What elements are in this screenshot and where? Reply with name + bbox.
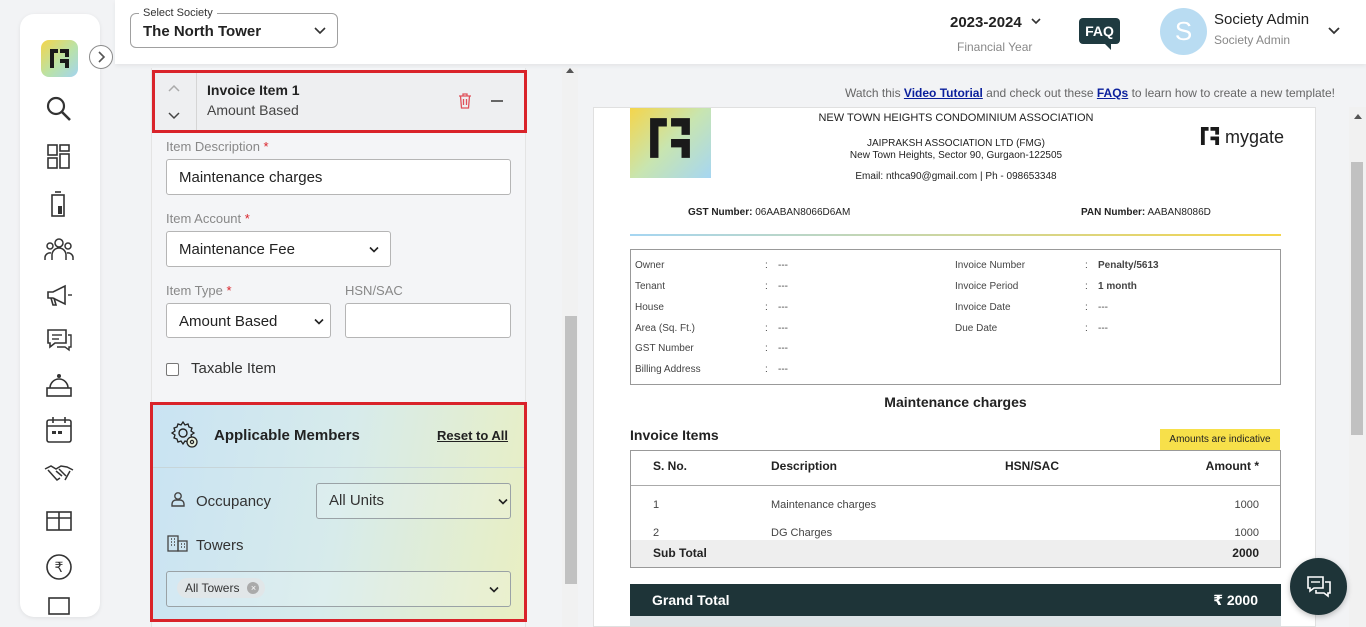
invoice-section-title: Maintenance charges [884,394,1027,410]
item-account-label: Item Account * [166,211,250,226]
mygate-brand: mygate [1200,126,1284,148]
sidebar: ₹ [20,14,100,617]
occupancy-select[interactable]: All Units [316,483,511,519]
taxable-item-checkbox[interactable] [166,363,179,376]
dashboard-icon[interactable] [44,142,74,172]
move-up-icon[interactable] [167,83,181,93]
user-menu-chevron-icon[interactable] [1327,25,1341,37]
chat-icon[interactable] [44,324,74,354]
faqs-link[interactable]: FAQs [1097,86,1128,100]
chip-remove-icon[interactable]: × [247,582,260,594]
occupancy-label: Occupancy [196,493,272,510]
avatar[interactable]: S [1160,8,1207,55]
gst-number: GST Number: 06AABAN8066D6AM [688,207,851,218]
invoice-item-title: Invoice Item 1 [207,82,300,98]
towers-label: Towers [196,537,244,554]
pan-number: PAN Number: AABAN8086D [1081,207,1211,218]
reset-to-all-link[interactable]: Reset to All [437,428,508,443]
hsn-sac-label: HSN/SAC [345,283,403,298]
collapse-icon[interactable] [490,99,504,103]
item-type-label: Item Type * [166,283,232,298]
towers-multiselect[interactable]: All Towers × [166,571,511,607]
more-icon[interactable] [44,597,74,617]
residents-icon[interactable] [44,234,74,264]
association-subname: JAIPRAKSH ASSOCIATION LTD (FMG) [867,138,1045,149]
invoice-item-header[interactable]: Invoice Item 1 Amount Based [152,70,527,133]
delete-icon[interactable] [458,93,472,109]
chevron-down-icon [1031,18,1041,25]
chat-bubbles-icon [1307,576,1331,598]
invoice-items-table: S. No. Description HSN/SAC Amount * 1 Ma… [630,450,1281,568]
financial-year-value: 2023-2024 [950,14,1022,31]
association-address: New Town Heights, Sector 90, Gurgaon-122… [849,150,1063,161]
chevron-down-icon [498,498,508,505]
amenities-icon[interactable] [44,504,74,534]
sidebar-expand-button[interactable] [89,45,113,69]
item-account-select[interactable]: Maintenance Fee [166,231,391,267]
society-select-value: The North Tower [143,23,262,40]
person-icon [171,492,185,507]
building-icon[interactable] [44,189,74,219]
user-name[interactable]: Society Admin [1214,11,1309,28]
invoice-preview: NEW TOWN HEIGHTS CONDOMINIUM ASSOCIATION… [593,107,1316,627]
preview-scrollbar-thumb[interactable] [1351,162,1363,435]
taxable-item-label: Taxable Item [191,360,277,377]
invoice-items-label: Invoice Items [630,427,719,443]
chat-support-button[interactable] [1290,558,1347,615]
financial-year-label: Financial Year [957,40,1033,54]
chevron-down-icon [314,318,324,325]
item-description-label: Item Description * [166,139,269,154]
tutorial-hint: Watch this Video Tutorial and check out … [845,86,1336,100]
association-contact: Email: nthca90@gmail.com | Ph - 09865334… [855,171,1057,182]
app-logo[interactable] [41,40,78,77]
faq-button[interactable]: FAQ [1079,18,1120,50]
grand-total-row: Grand Total ₹ 2000 [630,584,1281,616]
announcement-icon[interactable] [44,280,74,310]
amounts-indicative-badge: Amounts are indicative [1160,429,1280,450]
scroll-up-arrow-icon[interactable] [566,68,574,73]
item-description-input[interactable]: Maintenance charges [166,159,511,195]
rupee-icon[interactable]: ₹ [44,552,74,582]
society-logo [630,108,711,178]
chevron-down-icon [314,27,326,35]
move-down-icon[interactable] [167,111,181,121]
chevron-right-icon [98,51,106,63]
hsn-sac-input[interactable] [345,303,511,338]
applicable-members-panel: Applicable Members Reset to All Occupanc… [150,402,527,622]
top-header: Select Society The North Tower 2023-2024… [115,0,1366,64]
society-select[interactable]: Select Society The North Tower [130,7,338,48]
association-name: NEW TOWN HEIGHTS CONDOMINIUM ASSOCIATION [818,112,1094,124]
video-tutorial-link[interactable]: Video Tutorial [904,86,983,100]
applicable-members-title: Applicable Members [214,427,360,444]
chevron-down-icon [489,586,499,593]
invoice-details-box: Owner : --- Tenant : --- House : --- Area (… [630,249,1281,385]
handshake-icon[interactable] [44,459,74,489]
mygate-logo-icon [1200,126,1220,146]
invoice-item-subtitle: Amount Based [207,102,299,118]
user-role: Society Admin [1214,33,1291,47]
building-icon [167,535,188,552]
helpdesk-icon[interactable] [44,370,74,400]
scroll-up-arrow-icon[interactable] [1354,114,1362,119]
calendar-icon[interactable] [44,415,74,445]
settings-gear-icon [170,420,198,448]
item-type-select[interactable]: Amount Based [166,303,331,338]
svg-text:₹: ₹ [55,560,64,576]
society-select-label: Select Society [139,7,217,19]
form-scrollbar-thumb[interactable] [565,316,577,584]
financial-year-select[interactable]: 2023-2024 [950,14,1042,31]
chevron-down-icon [369,246,379,253]
all-towers-chip[interactable]: All Towers × [177,578,266,598]
subtotal-row: Sub Total 2000 [631,540,1280,567]
search-icon[interactable] [44,94,74,124]
